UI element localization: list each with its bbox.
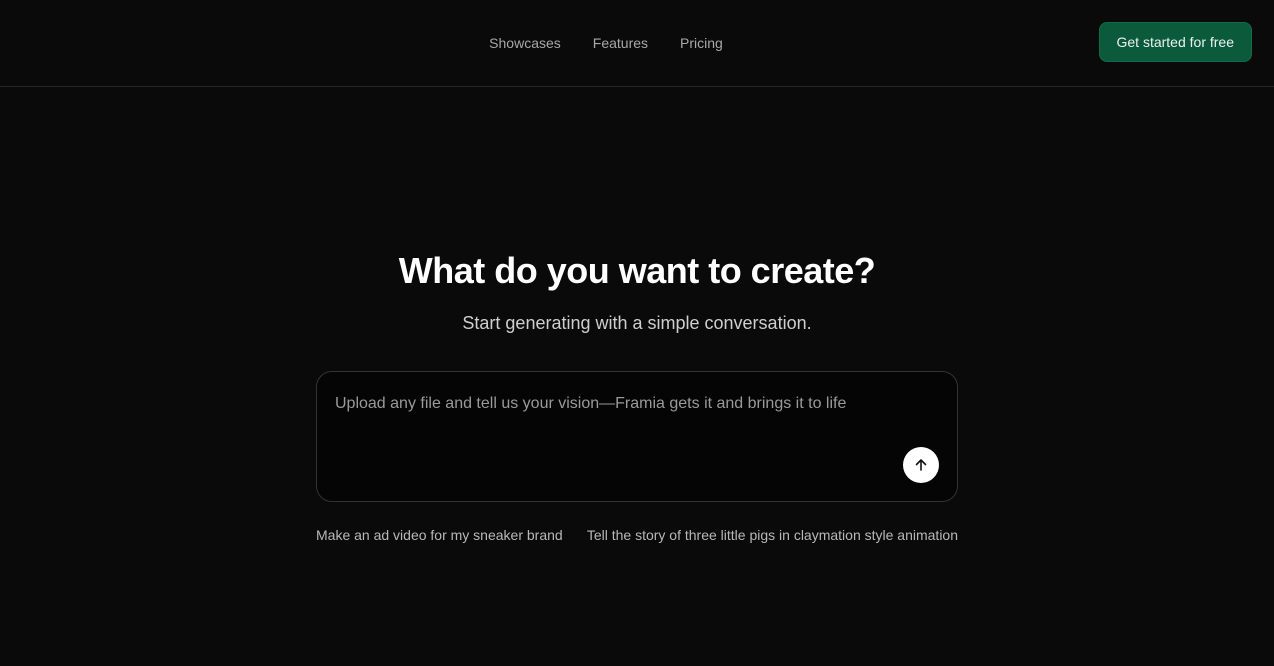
hero-title: What do you want to create?: [398, 250, 876, 291]
suggestion-sneaker-ad[interactable]: Make an ad video for my sneaker brand: [316, 527, 563, 543]
nav-link-pricing[interactable]: Pricing: [680, 35, 723, 51]
suggestion-list: Make an ad video for my sneaker brand Te…: [316, 527, 958, 543]
nav-link-showcases[interactable]: Showcases: [489, 35, 561, 51]
top-header: Showcases Features Pricing Get started f…: [0, 0, 1274, 87]
send-button[interactable]: [903, 447, 939, 483]
hero-subtitle: Start generating with a simple conversat…: [462, 313, 812, 333]
prompt-input[interactable]: [335, 392, 935, 416]
get-started-button[interactable]: Get started for free: [1098, 22, 1252, 62]
prompt-box: [316, 371, 958, 502]
nav-link-features[interactable]: Features: [593, 35, 648, 51]
main-nav: Showcases Features Pricing: [0, 0, 1212, 86]
suggestion-three-pigs[interactable]: Tell the story of three little pigs in c…: [587, 527, 958, 543]
arrow-up-icon: [914, 458, 928, 472]
